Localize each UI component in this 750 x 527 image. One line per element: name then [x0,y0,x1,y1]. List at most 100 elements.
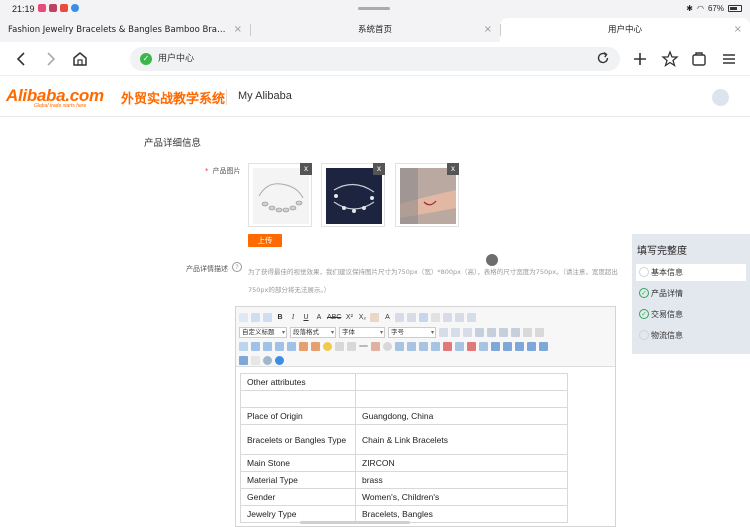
multitask-handle[interactable] [358,7,390,10]
font-color-button[interactable]: A [382,312,392,323]
editor-content[interactable]: Other attributes Place of Origin Guangdong… [240,373,570,523]
image-icon[interactable] [263,341,272,351]
attribute-name[interactable]: Place of Origin [240,407,356,425]
align-icon[interactable] [455,312,465,322]
bold-button[interactable]: B [275,312,285,323]
close-icon[interactable]: × [234,18,242,42]
product-image-thumb[interactable]: x [321,163,385,227]
rich-text-editor[interactable]: B I U A ABC X² X₂ A 自定义标题 段落格式 字体 字号 [235,306,616,527]
media-icon[interactable] [299,341,308,351]
table-icon[interactable] [527,341,536,351]
table-icon[interactable] [503,341,512,351]
redo-icon[interactable] [263,312,272,322]
upload-button[interactable]: 上传 [248,234,282,247]
eraser-icon[interactable] [370,312,380,322]
forward-icon[interactable] [40,49,60,69]
remove-image-icon[interactable]: x [300,163,312,175]
attribute-value[interactable]: Bracelets, Bangles [355,505,568,523]
table-icon[interactable] [539,341,548,351]
list-icon[interactable] [407,312,417,322]
format-icon[interactable] [523,327,532,337]
completeness-item-details[interactable]: ✓ 产品详情 [636,285,746,302]
tab-user-center[interactable]: 用户中心 × [500,18,750,42]
alibaba-logo[interactable]: Alibaba.com Global trade starts here 外贸实… [6,86,225,109]
table-icon[interactable] [239,355,248,365]
table-icon[interactable] [419,341,428,351]
help-icon[interactable] [275,355,284,365]
attribute-name[interactable]: Jewelry Type [240,505,356,523]
paragraph-select[interactable]: 段落格式 [290,326,336,338]
paste-icon[interactable] [431,312,441,322]
completeness-item-trade[interactable]: ✓ 交易信息 [636,306,746,323]
line-height-icon[interactable] [467,312,477,322]
avatar[interactable] [712,89,729,106]
completeness-item-logistics[interactable]: 物流信息 [636,327,746,344]
tab-system-home[interactable]: 系统首页 × [250,18,500,42]
anchor-icon[interactable] [239,341,248,351]
emoji-icon[interactable] [323,341,332,351]
table-icon[interactable] [431,341,440,351]
product-image-thumb[interactable]: x [395,163,459,227]
attribute-value[interactable] [355,390,568,408]
attribute-name[interactable]: Gender [240,488,356,506]
table-icon[interactable] [443,341,452,351]
tab-product-page[interactable]: Fashion Jewelry Bracelets & Bangles Bamb… [0,18,250,42]
underline-button[interactable]: U [301,312,311,323]
table-icon[interactable] [467,341,476,351]
indent-icon[interactable] [451,327,460,337]
attribute-value[interactable]: Chain & Link Bracelets [355,424,568,455]
attribute-name[interactable]: Material Type [240,471,356,489]
horizontal-rule-icon[interactable] [359,345,368,347]
completeness-item-basic[interactable]: 基本信息 [636,264,746,281]
star-icon[interactable] [660,49,680,69]
subscript-button[interactable]: X₂ [357,312,367,323]
attribute-value[interactable]: Guangdong, China [355,407,568,425]
back-icon[interactable] [12,49,32,69]
menu-icon[interactable] [719,49,739,69]
image-icon[interactable] [251,341,260,351]
code-icon[interactable] [347,341,356,351]
new-tab-icon[interactable] [630,49,650,69]
search-icon[interactable] [263,355,272,365]
help-icon[interactable]: ? [232,262,242,272]
attribute-value[interactable] [355,373,568,391]
source-icon[interactable] [239,312,248,322]
table-icon[interactable] [407,341,416,351]
remove-image-icon[interactable]: x [373,163,385,175]
align-right-icon[interactable] [499,327,508,337]
table-icon[interactable] [455,341,464,351]
heading-select[interactable]: 自定义标题 [239,326,287,338]
attribute-name[interactable] [240,390,356,408]
attribute-value[interactable]: Women's, Children's [355,488,568,506]
attribute-value[interactable]: brass [355,471,568,489]
remove-image-icon[interactable]: x [447,163,459,175]
table-icon[interactable] [491,341,500,351]
home-icon[interactable] [70,49,90,69]
align-center-icon[interactable] [487,327,496,337]
image-icon[interactable] [287,341,296,351]
table-icon[interactable] [479,341,488,351]
map-icon[interactable] [335,341,344,351]
direction-icon[interactable] [463,327,472,337]
size-select[interactable]: 字号 [388,326,436,338]
attribute-name[interactable]: Other attributes [240,373,356,391]
reload-icon[interactable] [594,49,612,71]
font-select[interactable]: 字体 [339,326,385,338]
list-icon[interactable] [419,312,429,322]
tabs-icon[interactable] [689,49,709,69]
strikethrough-button[interactable]: ABC [327,312,341,323]
date-icon[interactable] [371,341,380,351]
media-icon[interactable] [311,341,320,351]
superscript-button[interactable]: X² [344,312,354,323]
clear-format-icon[interactable] [535,327,544,337]
attribute-name[interactable]: Main Stone [240,454,356,472]
undo-icon[interactable] [251,312,260,322]
table-icon[interactable] [395,341,404,351]
list-icon[interactable] [395,312,405,322]
address-bar[interactable]: ✓ 用户中心 [130,47,620,71]
attribute-name[interactable]: Bracelets or Bangles Type [240,424,356,455]
close-icon[interactable]: × [484,18,492,42]
font-border-button[interactable]: A [314,312,324,323]
image-icon[interactable] [275,341,284,351]
align-icon[interactable] [443,312,453,322]
